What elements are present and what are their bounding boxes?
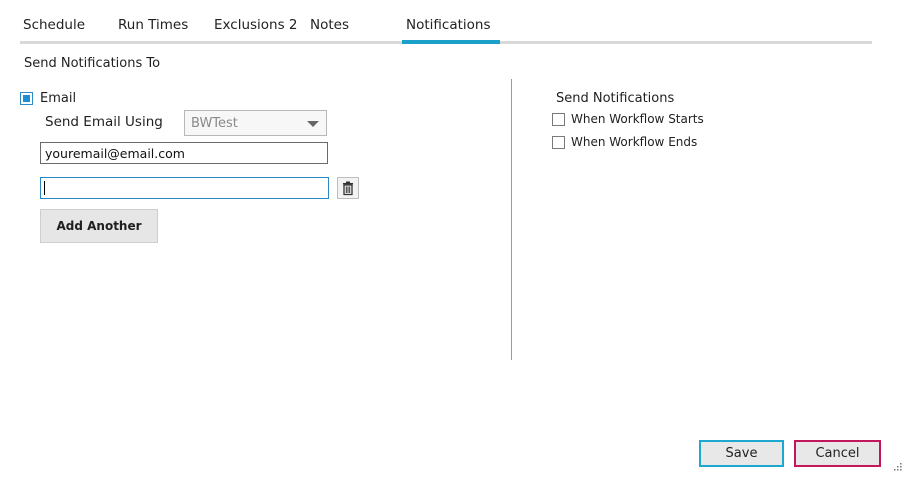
tab-run-times[interactable]: Run Times bbox=[118, 17, 188, 33]
email-address-field-2[interactable] bbox=[40, 177, 329, 199]
workflow-ends-label[interactable]: When Workflow Ends bbox=[571, 135, 697, 149]
send-email-using-select[interactable]: BWTest bbox=[184, 110, 327, 136]
delete-email-button[interactable] bbox=[337, 177, 359, 199]
add-another-button[interactable]: Add Another bbox=[40, 209, 158, 243]
email-checkbox-label[interactable]: Email bbox=[40, 91, 76, 106]
select-value: BWTest bbox=[191, 116, 238, 131]
trash-icon bbox=[343, 181, 353, 196]
cancel-button[interactable]: Cancel bbox=[794, 440, 881, 467]
email-address-field-1[interactable]: youremail@email.com bbox=[40, 142, 328, 164]
tab-notifications[interactable]: Notifications bbox=[406, 17, 491, 33]
active-tab-indicator bbox=[402, 40, 500, 44]
save-button[interactable]: Save bbox=[699, 440, 784, 467]
workflow-ends-checkbox[interactable] bbox=[552, 136, 565, 149]
section-title: Send Notifications To bbox=[24, 56, 161, 71]
checkbox-check-icon bbox=[23, 95, 30, 102]
send-notifications-title: Send Notifications bbox=[556, 91, 675, 106]
panel-divider bbox=[511, 79, 512, 360]
send-email-using-label: Send Email Using bbox=[45, 114, 163, 130]
resize-grip-icon[interactable] bbox=[893, 462, 903, 472]
workflow-starts-label[interactable]: When Workflow Starts bbox=[571, 112, 704, 126]
email-checkbox[interactable] bbox=[20, 92, 33, 105]
workflow-starts-checkbox[interactable] bbox=[552, 113, 565, 126]
chevron-down-icon bbox=[307, 121, 319, 127]
tab-notes[interactable]: Notes bbox=[310, 17, 349, 33]
tab-schedule[interactable]: Schedule bbox=[23, 17, 85, 33]
tab-exclusions[interactable]: Exclusions 2 bbox=[214, 17, 298, 33]
text-cursor bbox=[44, 181, 45, 195]
